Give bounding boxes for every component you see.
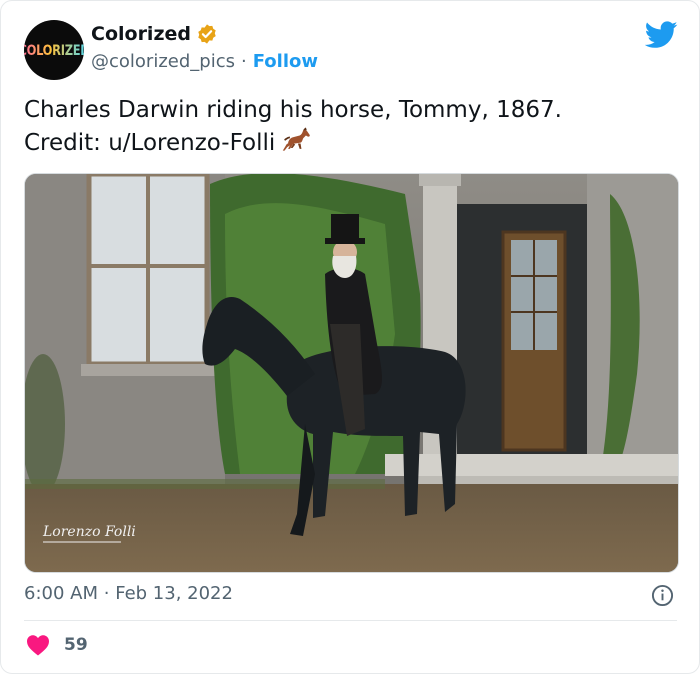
photo-watermark: Lorenzo Folli: [42, 524, 136, 540]
tweet-timestamp[interactable]: 6:00 AM · Feb 13, 2022: [24, 583, 233, 604]
horse-emoji-icon: [283, 127, 311, 151]
author-name-row: Colorized: [91, 23, 218, 45]
tweet-line-1: Charles Darwin riding his horse, Tommy, …: [24, 97, 562, 123]
follow-button[interactable]: Follow: [253, 51, 318, 72]
handle-row: @colorized_pics · Follow: [91, 51, 318, 72]
meta-separator: ·: [103, 583, 110, 604]
verified-badge-icon: [198, 24, 216, 44]
tweet-card: COLORIZED Colorized @colorized_pics · Fo…: [0, 0, 700, 674]
like-count: 59: [64, 635, 88, 655]
avatar[interactable]: COLORIZED: [24, 20, 84, 80]
avatar-logo-text: COLORIZED: [24, 41, 84, 59]
display-name[interactable]: Colorized: [91, 23, 191, 45]
handle[interactable]: @colorized_pics: [91, 51, 235, 72]
tweet-date: Feb 13, 2022: [115, 583, 233, 604]
heart-icon: [27, 635, 49, 656]
tweet-credit[interactable]: Credit: u/Lorenzo-Folli: [24, 130, 275, 156]
tweet-time: 6:00 AM: [24, 583, 98, 604]
info-icon[interactable]: [651, 584, 674, 607]
darwin-horse-photo: Lorenzo Folli: [25, 174, 678, 572]
like-button[interactable]: 59: [26, 634, 88, 656]
tweet-text: Charles Darwin riding his horse, Tommy, …: [24, 95, 674, 159]
tweet-line-2: Credit: u/Lorenzo-Folli: [24, 126, 674, 159]
twitter-bird-icon[interactable]: [645, 21, 678, 49]
handle-separator: ·: [240, 51, 247, 72]
tweet-photo[interactable]: Lorenzo Folli: [24, 173, 679, 573]
divider: [24, 620, 677, 621]
